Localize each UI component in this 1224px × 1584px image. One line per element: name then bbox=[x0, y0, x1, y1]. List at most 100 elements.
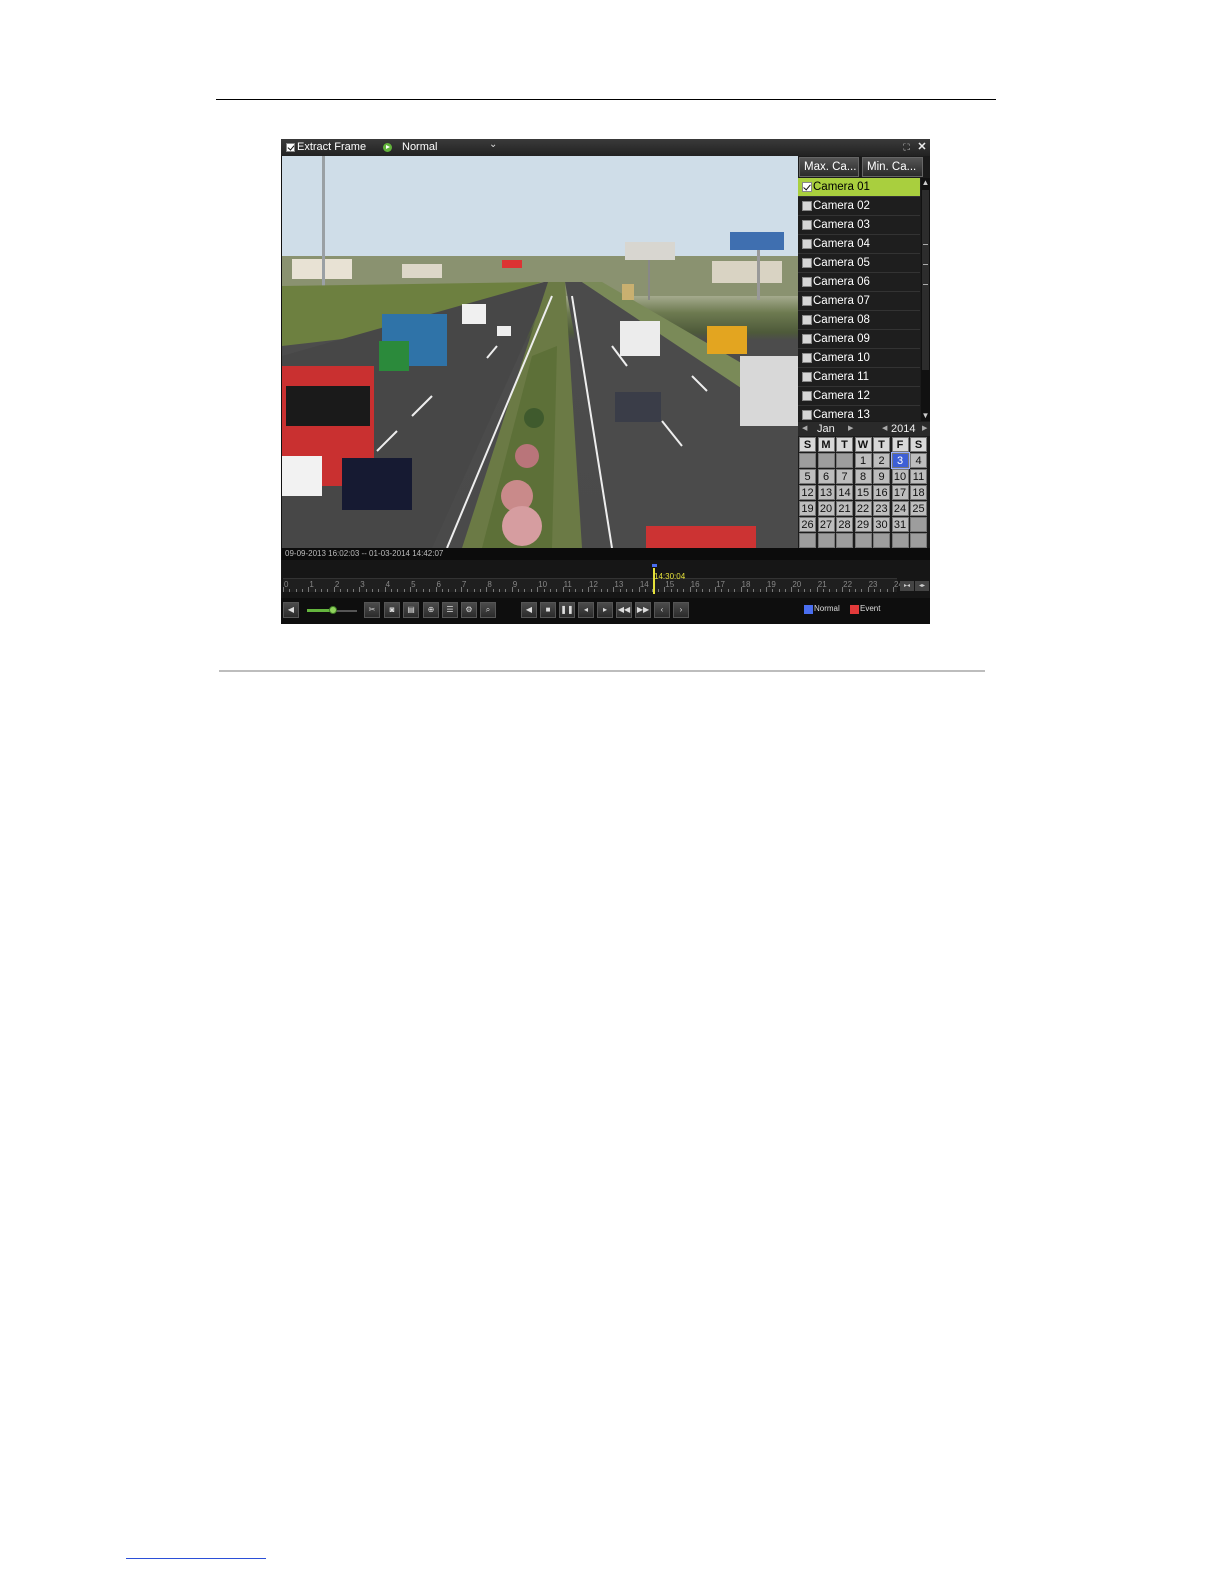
slow-icon[interactable]: ◀◀ bbox=[616, 602, 632, 618]
scrollbar-thumb[interactable] bbox=[922, 190, 929, 370]
calendar-day[interactable]: 5 bbox=[799, 469, 816, 484]
camera-checkbox[interactable] bbox=[802, 182, 812, 192]
camera-item[interactable]: Camera 12 bbox=[798, 387, 920, 406]
max-camera-button[interactable]: Max. Ca... bbox=[799, 157, 859, 177]
camera-checkbox[interactable] bbox=[802, 220, 812, 230]
timeline-tick bbox=[626, 589, 628, 592]
calendar-day[interactable]: 19 bbox=[799, 501, 816, 516]
zoom-in-icon[interactable]: ▸◂ bbox=[900, 581, 914, 591]
timeline-bar[interactable]: 0 1 2 3 4 5 6 7 8 9 10 11 12 13 14 15 16 17 18 19 20 21 22 23 24 bbox=[283, 578, 903, 592]
camera-item[interactable]: Camera 06 bbox=[798, 273, 920, 292]
camera-item[interactable]: Camera 04 bbox=[798, 235, 920, 254]
clip-icon[interactable]: ✂ bbox=[364, 602, 380, 618]
calendar-day[interactable]: 6 bbox=[817, 469, 835, 484]
camera-item[interactable]: Camera 02 bbox=[798, 197, 920, 216]
camera-checkbox[interactable] bbox=[802, 334, 812, 344]
camera-item[interactable]: Camera 01 bbox=[798, 178, 920, 197]
record-range-text: 09-09-2013 16:02:03 -- 01-03-2014 14:42:… bbox=[281, 548, 930, 560]
camera-checkbox[interactable] bbox=[802, 410, 812, 420]
calendar-day[interactable]: 4 bbox=[910, 453, 927, 468]
next-day-icon[interactable]: › bbox=[673, 602, 689, 618]
calendar-day[interactable]: 11 bbox=[910, 469, 927, 484]
zoom-out-icon[interactable]: ◂▸ bbox=[915, 581, 929, 591]
calendar-day[interactable]: 29 bbox=[854, 517, 872, 532]
calendar-day[interactable]: 16 bbox=[873, 485, 890, 500]
camera-checkbox[interactable] bbox=[802, 258, 812, 268]
camera-item[interactable]: Camera 07 bbox=[798, 292, 920, 311]
calendar-day[interactable]: 14 bbox=[836, 485, 853, 500]
calendar-day[interactable]: 7 bbox=[836, 469, 853, 484]
step-forward-icon[interactable]: ▸ bbox=[597, 602, 613, 618]
camera-checkbox[interactable] bbox=[802, 201, 812, 211]
calendar-day[interactable]: 10 bbox=[891, 469, 909, 484]
previous-day-icon[interactable]: ‹ bbox=[654, 602, 670, 618]
calendar-day[interactable]: 27 bbox=[817, 517, 835, 532]
camera-checkbox[interactable] bbox=[802, 315, 812, 325]
camera-checkbox[interactable] bbox=[802, 353, 812, 363]
extract-frame-checkbox[interactable] bbox=[286, 143, 295, 152]
camera-item[interactable]: Camera 05 bbox=[798, 254, 920, 273]
calendar-day[interactable]: 3 bbox=[890, 452, 910, 469]
fullscreen-icon[interactable]: ⛶ bbox=[901, 142, 912, 153]
prev-month-icon[interactable]: ◀ bbox=[802, 422, 807, 436]
next-month-icon[interactable]: ▶ bbox=[848, 422, 853, 436]
camera-checkbox[interactable] bbox=[802, 391, 812, 401]
camera-item[interactable]: Camera 09 bbox=[798, 330, 920, 349]
prev-year-icon[interactable]: ◀ bbox=[882, 422, 887, 436]
calendar-day[interactable]: 24 bbox=[891, 501, 909, 516]
calendar-day[interactable]: 30 bbox=[873, 517, 890, 532]
tag-list-icon[interactable]: ☰ bbox=[442, 602, 458, 618]
scroll-down-icon[interactable]: ▼ bbox=[921, 411, 930, 421]
camera-checkbox[interactable] bbox=[802, 296, 812, 306]
step-back-icon[interactable]: ◂ bbox=[578, 602, 594, 618]
close-icon[interactable]: ✕ bbox=[916, 141, 928, 153]
camera-checkbox[interactable] bbox=[802, 277, 812, 287]
timeline[interactable]: 0 1 2 3 4 5 6 7 8 9 10 11 12 13 14 15 16 17 18 19 20 21 22 23 24… bbox=[281, 560, 930, 598]
snapshot-icon[interactable]: ◙ bbox=[384, 602, 400, 618]
calendar-day[interactable]: 26 bbox=[799, 517, 816, 532]
chevron-down-icon[interactable]: ⌄ bbox=[489, 139, 497, 150]
camera-item[interactable]: Camera 03 bbox=[798, 216, 920, 235]
min-camera-button[interactable]: Min. Ca... bbox=[862, 157, 923, 177]
calendar-day[interactable]: 2 bbox=[873, 453, 890, 468]
camera-checkbox[interactable] bbox=[802, 239, 812, 249]
calendar-day[interactable]: 18 bbox=[910, 485, 927, 500]
camera-item[interactable]: Camera 13 bbox=[798, 406, 920, 421]
camera-item[interactable]: Camera 11 bbox=[798, 368, 920, 387]
calendar-day[interactable]: 22 bbox=[854, 501, 872, 516]
calendar-day[interactable]: 17 bbox=[891, 485, 909, 500]
reverse-play-icon[interactable]: ◀ bbox=[521, 602, 537, 618]
calendar-day[interactable]: 9 bbox=[873, 469, 890, 484]
calendar-day[interactable]: 13 bbox=[817, 485, 835, 500]
calendar-day[interactable]: 31 bbox=[891, 517, 909, 532]
camera-item[interactable]: Camera 08 bbox=[798, 311, 920, 330]
calendar-day[interactable]: 1 bbox=[854, 453, 872, 468]
play-mode-select[interactable]: Normal bbox=[402, 141, 437, 153]
camera-checkbox[interactable] bbox=[802, 372, 812, 382]
tag-icon[interactable]: ▤ bbox=[403, 602, 419, 618]
calendar-day[interactable]: 20 bbox=[817, 501, 835, 516]
pause-icon[interactable]: ❚❚ bbox=[559, 602, 575, 618]
timeline-tick bbox=[359, 587, 361, 592]
fast-forward-icon[interactable]: ▶▶ bbox=[635, 602, 651, 618]
timeline-hour-label: 11 bbox=[563, 580, 572, 589]
calendar-day[interactable]: 21 bbox=[836, 501, 853, 516]
calendar-day[interactable]: 15 bbox=[854, 485, 872, 500]
calendar-day[interactable]: 23 bbox=[873, 501, 890, 516]
calendar-day[interactable]: 12 bbox=[799, 485, 816, 500]
camera-list-scrollbar[interactable]: ▲ ▼ bbox=[921, 178, 930, 421]
settings-icon[interactable]: ⚙ bbox=[461, 602, 477, 618]
calendar-day[interactable]: 8 bbox=[854, 469, 872, 484]
scroll-up-icon[interactable]: ▲ bbox=[921, 178, 930, 188]
digital-zoom-icon[interactable]: ⌕ bbox=[480, 602, 496, 618]
calendar-day[interactable]: 28 bbox=[836, 517, 853, 532]
calendar-day[interactable]: 25 bbox=[910, 501, 927, 516]
add-tag-icon[interactable]: ⊕ bbox=[423, 602, 439, 618]
camera-item[interactable]: Camera 10 bbox=[798, 349, 920, 368]
stop-icon[interactable]: ■ bbox=[540, 602, 556, 618]
timeline-hour-label: 4 bbox=[385, 580, 391, 589]
volume-icon[interactable]: ◀ bbox=[283, 602, 299, 618]
volume-handle[interactable] bbox=[329, 606, 337, 614]
next-year-icon[interactable]: ▶ bbox=[922, 422, 927, 436]
calendar-month: Jan bbox=[817, 423, 835, 435]
